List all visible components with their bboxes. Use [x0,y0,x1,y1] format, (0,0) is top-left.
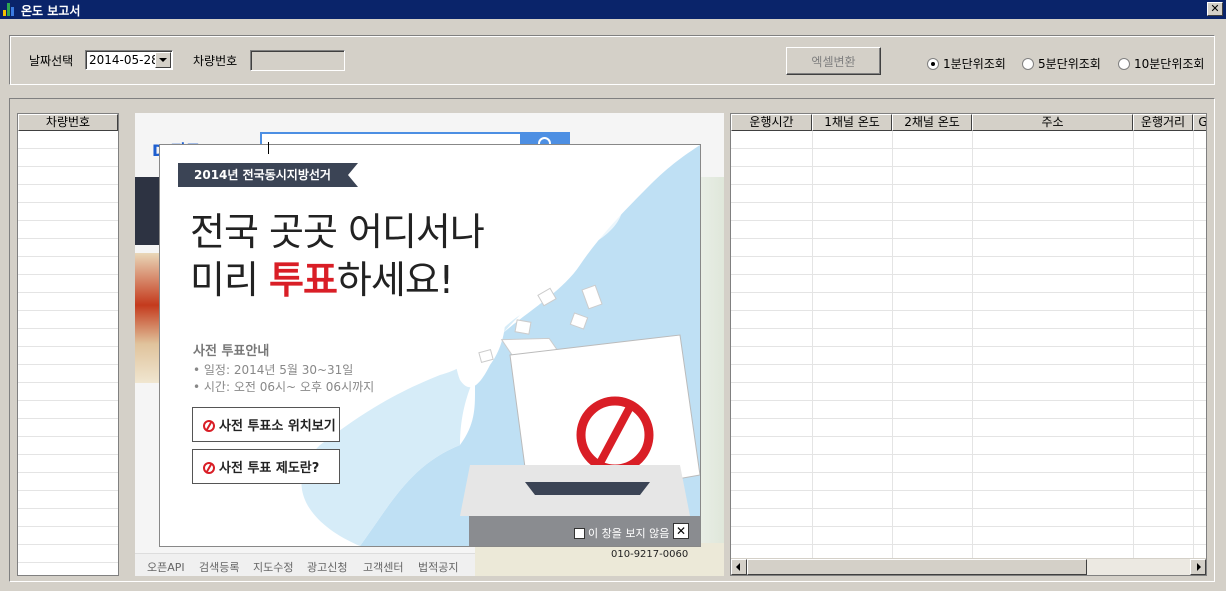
radio-5min-label: 5분단위조회 [1038,57,1101,71]
polling-location-button[interactable]: 사전 투표소 위치보기 [192,407,340,442]
scroll-right-icon[interactable] [1190,559,1206,575]
footer-link-search-register[interactable]: 검색등록 [199,559,239,575]
popup-headline-1: 전국 곳곳 어디서나 [190,210,485,254]
vote-stamp-icon [203,462,215,474]
headline-red: 투표 [269,258,338,302]
info-title: 사전 투표안내 [193,344,270,359]
col-channel1-temp[interactable]: 1채널 온도 [812,114,892,131]
popup-ribbon: 2014년 전국동시지방선거 [178,163,358,187]
map-ad-image [135,253,159,383]
grid-divider [812,131,813,558]
data-grid[interactable]: 운행시간 1채널 온도 2채널 온도 주소 운행거리 G [730,113,1207,576]
window-title: 온도 보고서 [21,4,81,18]
map-footer: 오픈API 검색등록 지도수정 광고신청 고객센터 법적공지 [135,553,475,576]
headline-pre: 미리 [190,258,269,302]
radio-10min[interactable]: 10분단위조회 [1118,55,1205,71]
scroll-left-icon[interactable] [731,559,747,575]
radio-10min-label: 10분단위조회 [1134,57,1205,71]
vote-stamp-icon [203,420,215,432]
info-schedule: • 일정: 2014년 5월 30~31일 [193,363,354,377]
window-close-button[interactable]: ✕ [1207,2,1223,16]
footer-link-support[interactable]: 고객센터 [363,559,403,575]
col-distance[interactable]: 운행거리 [1133,114,1193,131]
date-label: 날짜선택 [29,54,74,68]
radio-5min[interactable]: 5분단위조회 [1022,55,1101,71]
election-popup: 2014년 전국동시지방선거 전국 곳곳 어디서나 미리 투표하세요! 사전 투… [159,144,701,547]
early-voting-info-label: 사전 투표 제도란? [219,461,320,476]
grid-divider [1133,131,1134,558]
date-value: 2014-05-28 [89,53,159,67]
grid-divider [1193,131,1194,558]
popup-close-button[interactable]: ✕ [673,523,689,539]
radio-dot-icon [1118,58,1130,70]
footer-link-legal[interactable]: 법적공지 [418,559,458,575]
footer-link-map-edit[interactable]: 지도수정 [253,559,293,575]
polling-location-label: 사전 투표소 위치보기 [219,419,336,434]
early-voting-info-button[interactable]: 사전 투표 제도란? [192,449,340,484]
headline-post: 하세요! [336,258,454,302]
map-bottom-strip: 010-9217-0060 [475,543,724,576]
map-ad-phone: 010-9217-0060 [611,549,689,560]
footer-link-ad[interactable]: 광고신청 [307,559,347,575]
vehicle-number-field[interactable] [250,50,345,71]
chevron-down-icon[interactable] [155,52,171,68]
radio-1min[interactable]: 1분단위조회 [927,55,1006,71]
col-address[interactable]: 주소 [972,114,1133,131]
grid-divider [892,131,893,558]
text-cursor-icon [268,142,269,154]
excel-export-button[interactable]: 엑셀변환 [786,47,881,75]
radio-dot-icon [927,58,939,70]
info-time: • 시간: 오전 06시~ 오후 06시까지 [193,380,375,394]
grid-divider [972,131,973,558]
checkbox-icon[interactable] [574,528,585,539]
popup-headline-2: 미리 투표하세요! [190,249,454,304]
footer-link-openapi[interactable]: 오픈API [147,559,185,575]
horizontal-scrollbar[interactable] [731,558,1206,575]
date-select[interactable]: 2014-05-28 [85,50,173,70]
vehicle-list-header[interactable]: 차량번호 [18,114,118,131]
radio-dot-icon [1022,58,1034,70]
scroll-thumb[interactable] [747,559,1087,575]
radio-1min-label: 1분단위조회 [943,57,1006,71]
dont-show-label: 이 창을 보지 않음 [588,527,670,540]
map-tiles[interactable] [700,177,724,557]
dont-show-checkbox[interactable]: 이 창을 보지 않음 [574,525,669,541]
col-channel2-temp[interactable]: 2채널 온도 [892,114,972,131]
grid-rows[interactable] [731,131,1206,558]
col-drive-time[interactable]: 운행시간 [731,114,812,131]
vehicle-list[interactable]: 차량번호 [17,113,119,576]
title-bar: 온도 보고서 ✕ [0,0,1226,19]
vehicle-label: 차량번호 [193,54,238,68]
vehicle-list-rows[interactable] [18,131,118,575]
col-g[interactable]: G [1193,114,1206,131]
chart-icon [3,3,17,16]
